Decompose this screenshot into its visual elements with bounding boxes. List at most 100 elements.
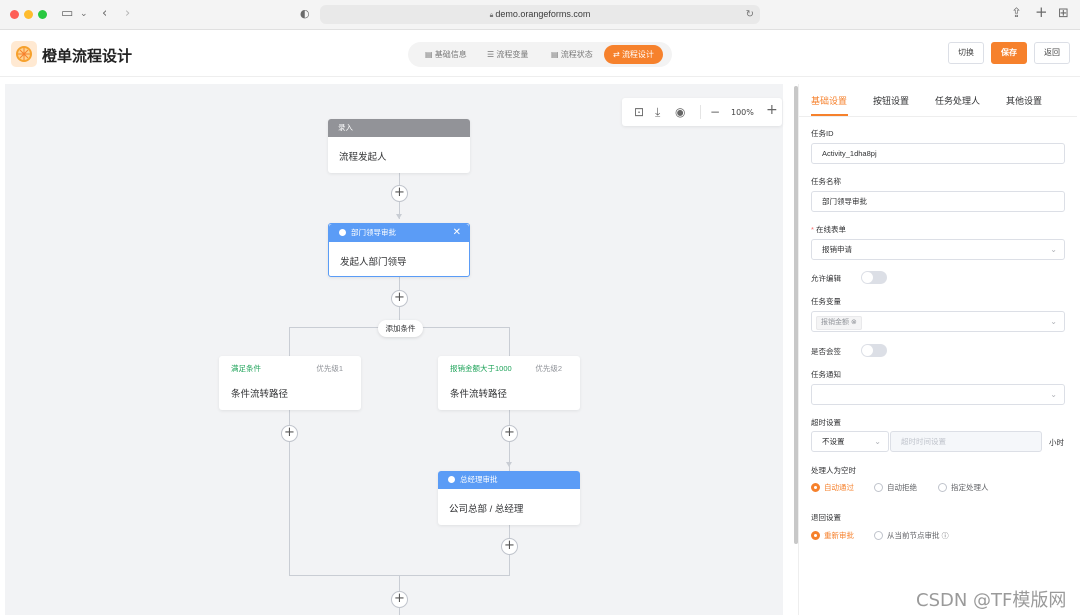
condition-body: 条件流转路径	[450, 389, 508, 400]
document-icon: ▤	[425, 50, 435, 59]
radio-auto-reject[interactable]: 自动拒绝	[874, 482, 917, 493]
reload-icon[interactable]: ↻	[746, 5, 754, 24]
radio-current-node[interactable]: 从当前节点审批 ⓘ	[874, 530, 949, 541]
radio-icon	[874, 531, 883, 540]
preview-eye-icon[interactable]: ◉	[675, 104, 685, 120]
add-node-button[interactable]: +	[391, 591, 408, 608]
arrow-icon	[506, 462, 512, 467]
list-icon: ☰	[487, 50, 497, 59]
back-button[interactable]: 返回	[1034, 42, 1070, 64]
variables-select[interactable]: 报销金额 ⊗ ⌄	[811, 311, 1065, 332]
chevron-down-icon: ⌄	[1050, 317, 1057, 326]
radio-assign-handler[interactable]: 指定处理人	[938, 482, 989, 493]
radio-re-approve[interactable]: 重新审批	[811, 530, 854, 541]
radio-icon	[874, 483, 883, 492]
browser-toolbar: ▭ ⌄ ‹ › ◐ 🔒︎ demo.orangeforms.com ↻ ⇪ + …	[0, 0, 1080, 30]
document-icon: ▤	[551, 50, 561, 59]
user-icon	[339, 229, 346, 236]
tab-task-handler[interactable]: 任务处理人	[935, 94, 980, 107]
sidebar-toggle-icon[interactable]: ▭	[61, 6, 73, 22]
zoom-in-icon[interactable]: +	[766, 102, 778, 118]
general-manager-node[interactable]: 总经理审批 公司总部 / 总经理	[438, 471, 580, 525]
app-title: 橙单流程设计	[42, 48, 133, 65]
timeout-select[interactable]: 不设置 ⌄	[811, 431, 889, 452]
dept-leader-node[interactable]: 部门领导审批 ✕ 发起人部门领导	[328, 223, 470, 277]
info-icon[interactable]: ⓘ	[942, 533, 949, 540]
add-node-button[interactable]: +	[391, 185, 408, 202]
url-text: demo.orangeforms.com	[495, 9, 591, 19]
switch-button[interactable]: 切换	[948, 42, 984, 64]
node-header: 部门领导审批 ✕	[329, 224, 469, 242]
timeout-hours-input[interactable]: 超时时间设置	[890, 431, 1042, 452]
node-header: 总经理审批	[438, 471, 580, 489]
chevron-down-icon[interactable]: ⌄	[80, 6, 88, 22]
node-body: 公司总部 / 总经理	[449, 504, 524, 515]
tab-flow-design[interactable]: ⇄ 流程设计	[604, 45, 663, 64]
new-tab-icon[interactable]: +	[1035, 4, 1048, 20]
countersign-switch[interactable]	[861, 344, 887, 357]
arrow-icon	[396, 214, 402, 219]
radio-auto-pass[interactable]: 自动通过	[811, 482, 854, 493]
tab-flow-variables[interactable]: ☰ 流程变量	[478, 45, 537, 64]
task-id-input[interactable]: Activity_1dha8pj	[811, 143, 1065, 164]
form-label: * 在线表单	[811, 225, 847, 234]
timeout-unit: 小时	[1049, 438, 1064, 447]
flow-canvas[interactable]: ⊡ ⤓ ◉ − 100% + 录入 流程发起人 + 部门领导审批 ✕ 发起人部门领…	[5, 84, 783, 615]
reject-label: 退回设置	[811, 513, 841, 522]
allow-edit-switch[interactable]	[861, 271, 887, 284]
tab-flow-status[interactable]: ▤ 流程状态	[542, 45, 602, 64]
node-body: 流程发起人	[339, 152, 387, 163]
radio-icon	[811, 483, 820, 492]
privacy-shield-icon[interactable]: ◐	[300, 6, 310, 22]
top-tabs: ▤ 基础信息 ☰ 流程变量 ▤ 流程状态 ⇄ 流程设计	[408, 42, 672, 67]
close-icon[interactable]: ⊗	[851, 319, 857, 326]
countersign-label: 是否会签	[811, 347, 841, 356]
add-node-button[interactable]: +	[501, 538, 518, 555]
variable-tag: 报销金额 ⊗	[816, 316, 862, 330]
form-select[interactable]: 报销申请 ⌄	[811, 239, 1065, 260]
watermark: CSDN @TF模版网	[916, 590, 1067, 611]
task-id-label: 任务ID	[811, 129, 834, 138]
tab-basic-settings[interactable]: 基础设置	[811, 94, 847, 107]
add-node-button[interactable]: +	[281, 425, 298, 442]
zoom-out-icon[interactable]: −	[710, 104, 720, 120]
minimize-window-icon[interactable]	[24, 10, 33, 19]
address-bar[interactable]: 🔒︎ demo.orangeforms.com ↻	[320, 5, 760, 24]
close-window-icon[interactable]	[10, 10, 19, 19]
task-name-input[interactable]: 部门领导审批	[811, 191, 1065, 212]
tab-basic-info[interactable]: ▤ 基础信息	[416, 45, 476, 64]
save-button[interactable]: 保存	[991, 42, 1027, 64]
forward-arrow-icon[interactable]: ›	[125, 6, 130, 22]
import-icon[interactable]: ⊡	[634, 104, 644, 120]
condition-node-1[interactable]: 满足条件 优先级1 条件流转路径	[219, 356, 361, 410]
orange-logo-icon	[11, 41, 37, 67]
node-header: 录入	[328, 119, 470, 137]
radio-icon	[811, 531, 820, 540]
flow-icon: ⇄	[613, 50, 622, 59]
condition-node-2[interactable]: 报销金额大于1000 优先级2 条件流转路径	[438, 356, 580, 410]
tab-overview-icon[interactable]: ⊞	[1058, 6, 1069, 22]
radio-icon	[938, 483, 947, 492]
tab-button-settings[interactable]: 按钮设置	[873, 94, 909, 107]
back-arrow-icon[interactable]: ‹	[102, 6, 107, 22]
timeout-label: 超时设置	[811, 418, 841, 427]
add-node-button[interactable]: +	[391, 290, 408, 307]
close-icon[interactable]: ✕	[453, 224, 461, 242]
notify-select[interactable]: ⌄	[811, 384, 1065, 405]
divider	[799, 116, 1077, 117]
task-name-label: 任务名称	[811, 177, 841, 186]
start-node[interactable]: 录入 流程发起人	[328, 119, 470, 173]
share-icon[interactable]: ⇪	[1011, 6, 1022, 22]
variables-label: 任务变量	[811, 297, 841, 306]
tab-other-settings[interactable]: 其他设置	[1006, 94, 1042, 107]
add-node-button[interactable]: +	[501, 425, 518, 442]
node-body: 发起人部门领导	[340, 257, 407, 268]
condition-priority: 优先级2	[535, 364, 562, 373]
download-icon[interactable]: ⤓	[655, 104, 660, 120]
add-condition-button[interactable]: 添加条件	[378, 320, 423, 337]
chevron-down-icon: ⌄	[1050, 390, 1057, 399]
canvas-toolbar: ⊡ ⤓ ◉ − 100% +	[622, 98, 782, 126]
maximize-window-icon[interactable]	[38, 10, 47, 19]
condition-body: 条件流转路径	[231, 389, 289, 400]
properties-panel: 基础设置 按钮设置 任务处理人 其他设置 任务ID Activity_1dha8…	[798, 84, 1077, 615]
